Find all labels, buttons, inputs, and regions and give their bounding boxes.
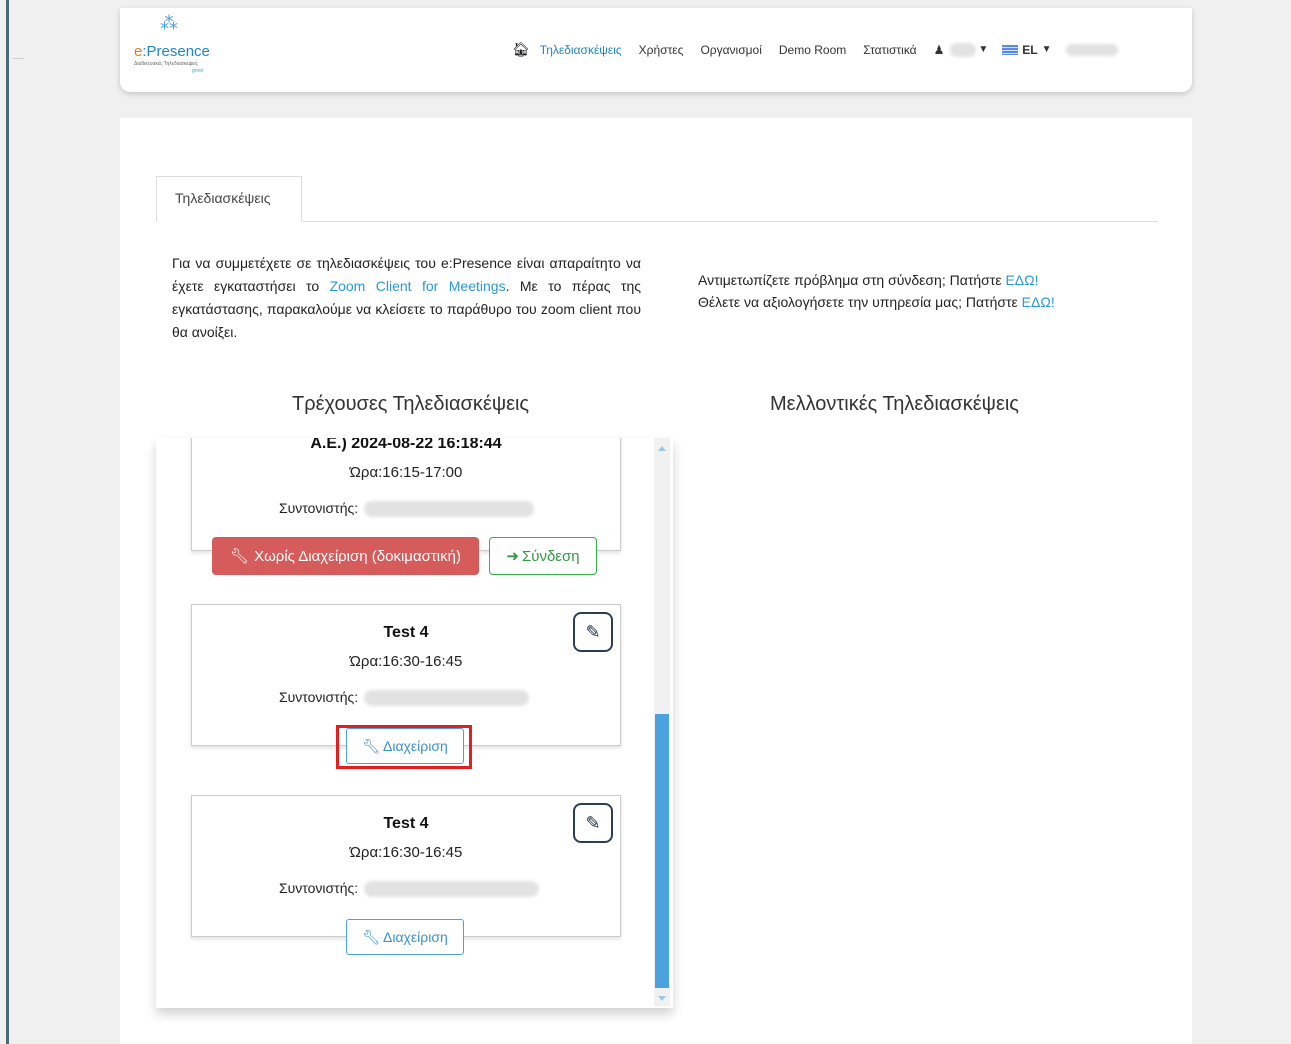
- logo-grnet: grnet: [192, 68, 204, 74]
- meeting-time: Ώρα:16:15-17:00: [349, 464, 463, 481]
- zoom-client-link[interactable]: Zoom Client for Meetings: [330, 278, 506, 294]
- scroll-up-arrow-icon[interactable]: [658, 446, 666, 451]
- home-icon[interactable]: 🏠︎: [512, 41, 530, 58]
- nav-item-demo-room[interactable]: Demo Room: [779, 43, 846, 57]
- nav-item-organizations[interactable]: Οργανισμοί: [700, 43, 761, 57]
- manage-button[interactable]: 🔧︎ Διαχείριση: [346, 919, 464, 955]
- meeting-coordinator: Συντονιστής:: [279, 689, 530, 707]
- meeting-time: Ώρα:16:30-16:45: [349, 653, 463, 670]
- user-icon[interactable]: ♟: [934, 43, 945, 57]
- current-conferences-list[interactable]: Α.Ε.) 2024-08-22 16:18:44 Ώρα:16:15-17:0…: [156, 438, 673, 1008]
- connection-help-line: Αντιμετωπίζετε πρόβλημα στη σύνδεση; Πατ…: [698, 272, 1039, 288]
- scroll-down-arrow-icon[interactable]: [658, 996, 666, 1001]
- user-name-redacted[interactable]: [950, 42, 977, 57]
- edit-pencil-icon[interactable]: ✎: [573, 803, 613, 843]
- meeting-title: Test 4: [383, 624, 429, 641]
- top-navbar: ⁂ e:Presence Διαδικτυακές Τηλεδιασκέψεις…: [120, 8, 1192, 92]
- chevron-down-icon[interactable]: ▼: [978, 44, 988, 55]
- meeting-card: Test 4 Ώρα:16:30-16:45 Συντονιστής: ✎: [191, 795, 621, 937]
- rate-service-line: Θέλετε να αξιολογήσετε την υπηρεσία μας;…: [698, 294, 1055, 310]
- tab-divider: [156, 221, 1158, 222]
- meeting-coordinator: Συντονιστής:: [279, 880, 540, 898]
- meeting-time: Ώρα:16:30-16:45: [349, 844, 463, 861]
- logo-tagline: Διαδικτυακές Τηλεδιασκέψεις: [134, 61, 198, 67]
- connection-help-link[interactable]: ΕΔΩ!: [1005, 272, 1038, 288]
- logo-brand: e:Presence: [134, 43, 210, 60]
- help-text: Αντιμετωπίζετε πρόβλημα στη σύνδεση; Πατ…: [698, 269, 1055, 313]
- main-content: Τηλεδιασκέψεις Για να συμμετέχετε σε τηλ…: [120, 118, 1192, 1044]
- main-nav: 🏠︎ Τηλεδιασκέψεις Χρήστες Οργανισμοί Dem…: [512, 41, 1118, 58]
- window-edge: [0, 0, 9, 1044]
- highlight-box: [336, 725, 472, 769]
- language-chevron-icon[interactable]: ▼: [1042, 44, 1052, 55]
- divider: [12, 58, 24, 59]
- manage-without-admin-button[interactable]: 🔧︎ Χωρίς Διαχείριση (δοκιμαστική): [212, 537, 479, 575]
- nav-item-users[interactable]: Χρήστες: [639, 43, 684, 57]
- join-button[interactable]: ➜ Σύνδεση: [489, 537, 597, 575]
- language-selector[interactable]: EL: [1022, 43, 1037, 57]
- edit-pencil-icon[interactable]: ✎: [573, 612, 613, 652]
- rate-service-link[interactable]: ΕΔΩ!: [1022, 294, 1055, 310]
- scrollbar[interactable]: [654, 438, 670, 1006]
- future-conferences-heading: Μελλοντικές Τηλεδιασκέψεις: [770, 393, 1019, 415]
- wrench-icon: 🔧︎: [362, 928, 380, 945]
- meeting-coordinator: Συντονιστής:: [279, 500, 535, 518]
- redacted-text: [1065, 43, 1118, 56]
- meeting-title: Test 4: [383, 815, 429, 832]
- scrollbar-thumb[interactable]: [655, 714, 669, 988]
- current-conferences-heading: Τρέχουσες Τηλεδιασκέψεις: [292, 393, 530, 415]
- nav-item-statistics[interactable]: Στατιστικά: [863, 43, 916, 57]
- meeting-card: Α.Ε.) 2024-08-22 16:18:44 Ώρα:16:15-17:0…: [191, 438, 621, 551]
- logo-dots-icon: ⁂: [160, 13, 178, 33]
- tab-conferences[interactable]: Τηλεδιασκέψεις: [156, 176, 302, 222]
- nav-item-conferences[interactable]: Τηλεδιασκέψεις: [540, 43, 622, 57]
- greek-flag-icon[interactable]: [1002, 44, 1019, 55]
- meeting-title: Α.Ε.) 2024-08-22 16:18:44: [310, 438, 502, 452]
- epresence-logo[interactable]: ⁂ e:Presence Διαδικτυακές Τηλεδιασκέψεις…: [134, 14, 244, 78]
- wrench-icon: 🔧︎: [230, 548, 250, 565]
- zoom-intro-text: Για να συμμετέχετε σε τηλεδιασκέψεις του…: [172, 255, 641, 340]
- sign-in-icon: ➜: [506, 548, 519, 565]
